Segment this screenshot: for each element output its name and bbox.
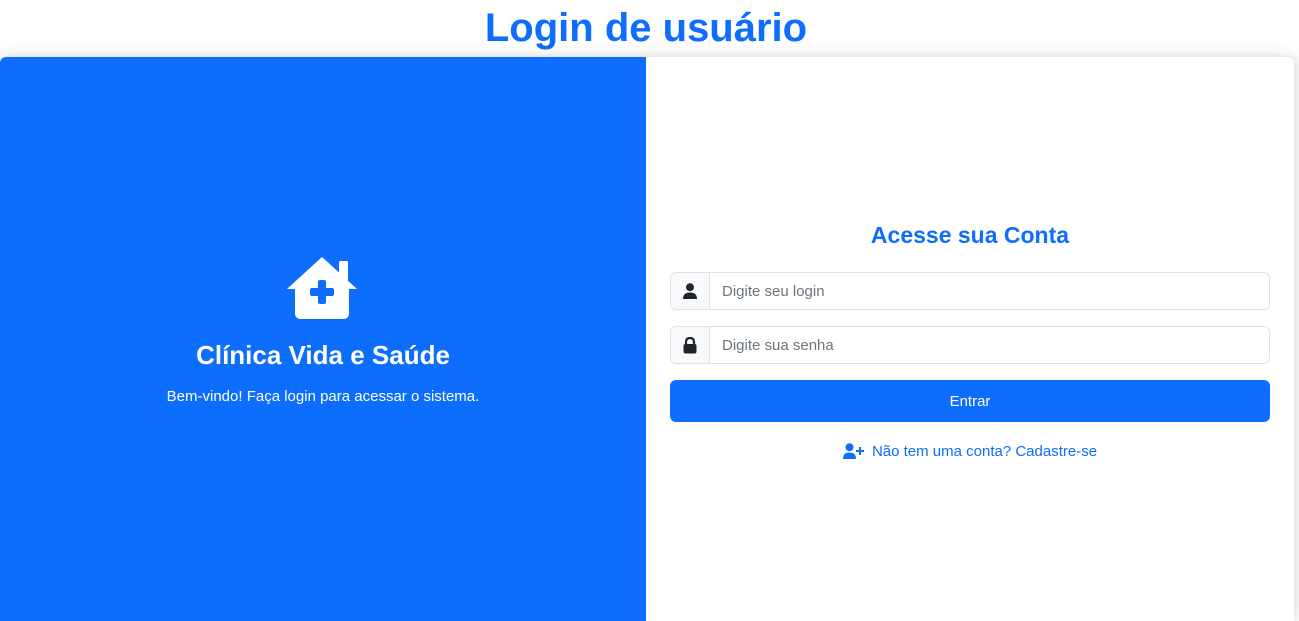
password-addon: [671, 327, 710, 363]
user-icon: [683, 283, 697, 299]
login-input[interactable]: [710, 273, 1269, 309]
brand-panel: Clínica Vida e Saúde Bem-vindo! Faça log…: [0, 57, 646, 621]
login-button[interactable]: Entrar: [670, 380, 1270, 422]
login-addon: [671, 273, 710, 309]
form-title: Acesse sua Conta: [870, 222, 1070, 248]
page-title: Login de usuário: [484, 6, 808, 50]
lock-icon: [683, 336, 697, 353]
welcome-message: Bem-vindo! Faça login para acessar o sis…: [166, 388, 480, 405]
register-link[interactable]: Não tem uma conta? Cadastre-se: [670, 440, 1270, 462]
form-panel: Acesse sua Conta Entrar: [646, 57, 1294, 621]
user-plus-icon: [842, 443, 864, 459]
register-link-label: Não tem uma conta? Cadastre-se: [871, 442, 1098, 460]
house-medical-icon: [287, 257, 357, 319]
login-card: Clínica Vida e Saúde Bem-vindo! Faça log…: [0, 57, 1294, 621]
login-input-group: [670, 272, 1270, 310]
password-input-group: [670, 326, 1270, 364]
password-input[interactable]: [710, 327, 1269, 363]
clinic-name: Clínica Vida e Saúde: [196, 340, 450, 370]
